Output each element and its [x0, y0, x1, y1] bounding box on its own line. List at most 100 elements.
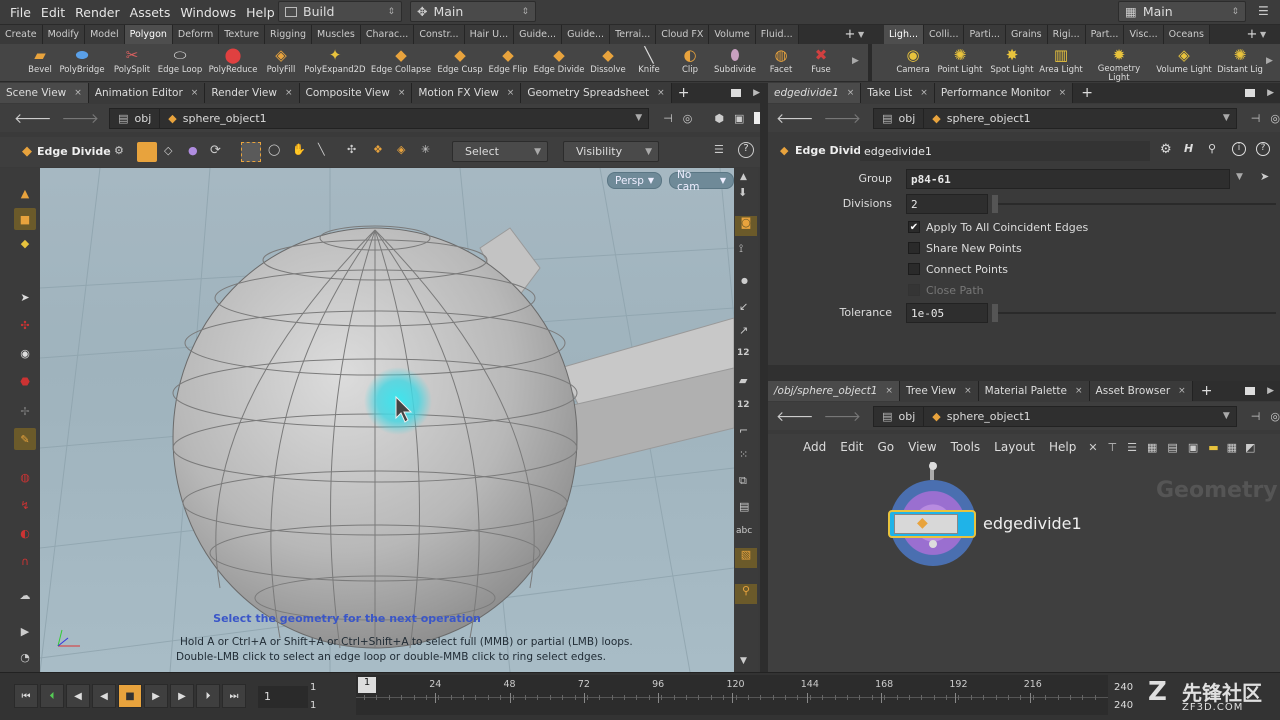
pointer-icon[interactable]: ➤	[14, 286, 36, 308]
step-forward-key-icon[interactable]: ⏵	[196, 684, 220, 708]
prim-numbers-icon[interactable]: 12	[737, 400, 750, 410]
geometry-mode-icon[interactable]: ◆	[14, 232, 36, 254]
path-obj[interactable]: ▤ obj	[874, 406, 925, 426]
menu-view[interactable]: View	[908, 440, 936, 454]
display-icon[interactable]: ▤	[739, 500, 749, 513]
background-image-icon[interactable]: ▧	[735, 548, 757, 568]
label-icon[interactable]: abc	[736, 526, 752, 536]
close-icon[interactable]: ×	[285, 88, 293, 98]
grid-view-icon[interactable]: ▦	[1147, 441, 1157, 454]
chevron-down-icon[interactable]: ▼	[1223, 411, 1230, 421]
close-icon[interactable]: ×	[1059, 88, 1067, 98]
tab-network-editor[interactable]: /obj/sphere_object1 ×	[768, 381, 900, 401]
pane-splitter-horizontal[interactable]	[768, 365, 1280, 381]
share-points-row[interactable]: Share New Points	[908, 238, 1022, 258]
box-select-icon[interactable]	[241, 142, 261, 162]
menu-add[interactable]: Add	[803, 440, 826, 454]
back-arrow-icon[interactable]: 🡐	[776, 110, 814, 127]
menu-windows[interactable]: Windows	[180, 5, 236, 20]
forward-arrow-icon[interactable]: 🡒	[62, 110, 100, 127]
scene-viewport[interactable]: Persp ▼ No cam ▼ Select the geometry for t…	[40, 168, 734, 672]
shelf-tab[interactable]: Part...	[1085, 25, 1125, 44]
shelf-tool[interactable]: ✖ Fuse	[811, 44, 831, 75]
uv-icon[interactable]: ⌐	[739, 424, 748, 437]
tab-render-view[interactable]: Render View ×	[205, 83, 300, 103]
menu-render[interactable]: Render	[75, 5, 120, 20]
tolerance-field[interactable]: 1e-05	[906, 303, 988, 323]
shelf-tool[interactable]: ⬭ Edge Loop	[158, 44, 202, 75]
primitive-select-icon[interactable]: ●	[188, 144, 198, 157]
add-shelf-icon[interactable]: +	[842, 27, 858, 42]
shelf-tab[interactable]: Muscles	[312, 25, 361, 44]
close-icon[interactable]: ×	[885, 386, 893, 396]
shelf-tab[interactable]: Grains	[1005, 25, 1048, 44]
shelf-tool[interactable]: ◆ Dissolve	[590, 44, 626, 75]
add-tab-icon[interactable]: +	[1201, 383, 1213, 399]
pane-splitter[interactable]	[760, 83, 768, 672]
shelf-tool[interactable]: ✹ Geometry Light	[1097, 44, 1141, 83]
step-back-icon[interactable]: ◀	[66, 684, 90, 708]
close-icon[interactable]: ×	[74, 88, 82, 98]
context-dropdown[interactable]: ✥ Main ⇕	[410, 1, 536, 22]
help-icon[interactable]: ?	[1256, 142, 1270, 156]
shelf-tab[interactable]: Volume	[709, 25, 756, 44]
path-obj[interactable]: ▤ obj	[110, 108, 161, 128]
shelf-menu-icon[interactable]: ▼	[858, 30, 872, 39]
timeline-track[interactable]: 1 24 48 72 96 120 144 168 192 216	[356, 675, 1108, 715]
menu-assets[interactable]: Assets	[130, 5, 171, 20]
light-icon[interactable]: ◔	[14, 646, 36, 668]
chevron-down-icon[interactable]: ▼	[635, 113, 642, 123]
thumbnail-icon[interactable]: ▤	[1167, 441, 1177, 454]
back-arrow-icon[interactable]: 🡐	[776, 408, 814, 425]
grid-icon[interactable]: ▦	[1227, 441, 1237, 454]
pin-icon[interactable]: ⊣	[1251, 112, 1261, 125]
shelf-menu-icon-right[interactable]: ▼	[1260, 30, 1274, 39]
close-icon[interactable]: ×	[1075, 386, 1083, 396]
object-mode-icon[interactable]: ■	[14, 208, 36, 230]
shelf-tab[interactable]: Terrai...	[610, 25, 657, 44]
pane-menu-icon[interactable]: ▶	[1267, 88, 1274, 98]
laser-select-icon[interactable]: ╲	[318, 143, 325, 156]
tab-performance-monitor[interactable]: Performance Monitor ×	[934, 83, 1074, 103]
visibility-dropdown[interactable]: Visibility ▼	[563, 141, 659, 162]
flipbook-icon[interactable]: ▶	[14, 620, 36, 642]
apply-coincident-row[interactable]: ✔ Apply To All Coincident Edges	[908, 217, 1088, 237]
shelf-tab[interactable]: Guide...	[514, 25, 563, 44]
shelf-tab[interactable]: Charac...	[360, 25, 415, 44]
persp-button[interactable]: Persp ▼	[607, 172, 663, 189]
close-icon[interactable]: ×	[657, 88, 665, 98]
shelf-tool[interactable]: ◈ Volume Light	[1156, 44, 1212, 75]
help-h-icon[interactable]: H	[1184, 142, 1193, 155]
snap-grid-icon[interactable]: ⁙	[739, 448, 748, 461]
rotate-select-icon[interactable]: ⟳	[210, 143, 221, 158]
menu-edit[interactable]: Edit	[41, 5, 65, 20]
shelf-tool[interactable]: ◆ Edge Collapse	[371, 44, 431, 75]
select-groups-icon[interactable]: ✣	[347, 143, 356, 156]
move-icon[interactable]: ✣	[14, 314, 36, 336]
lasso-select-icon[interactable]: ◯	[268, 143, 280, 156]
toolbar-options-icon[interactable]: ☰	[714, 143, 724, 156]
magnet-icon[interactable]: ∩	[14, 550, 36, 572]
points-select-icon[interactable]: ◇	[164, 144, 172, 157]
shelf-tab[interactable]: Model	[85, 25, 125, 44]
camera-lock-icon[interactable]: ◙	[735, 216, 757, 236]
shelf-tool[interactable]: ╲ Knife	[638, 44, 660, 75]
stop-icon[interactable]: ■	[118, 684, 142, 708]
shelf-tool[interactable]: ◆ Edge Cusp	[437, 44, 482, 75]
tab-asset-browser[interactable]: Asset Browser ×	[1089, 381, 1193, 401]
shelf-tab[interactable]: Modify	[42, 25, 86, 44]
wrench-icon[interactable]: ✕	[1088, 441, 1097, 454]
add-shelf-icon-right[interactable]: +	[1244, 27, 1260, 42]
close-icon[interactable]: ×	[398, 88, 406, 98]
network-canvas[interactable]: Geometry ◆ edgedivide1	[768, 460, 1280, 672]
tab-take-list[interactable]: Take List ×	[861, 83, 935, 103]
shelf-tab[interactable]: Guide...	[562, 25, 611, 44]
active-tool-icon[interactable]: ✎	[14, 428, 36, 450]
tree-icon[interactable]: ⊤	[1108, 441, 1118, 454]
back-arrow-icon[interactable]: 🡐	[14, 110, 52, 127]
shelf-tool[interactable]: ⬤ PolyReduce	[209, 44, 258, 75]
connect-points-row[interactable]: Connect Points	[908, 259, 1008, 279]
pane-menu-icon[interactable]: ▶	[753, 88, 760, 98]
shelf-tab[interactable]: Visc...	[1124, 25, 1164, 44]
desktop-dropdown[interactable]: Build ⇕	[278, 1, 402, 22]
